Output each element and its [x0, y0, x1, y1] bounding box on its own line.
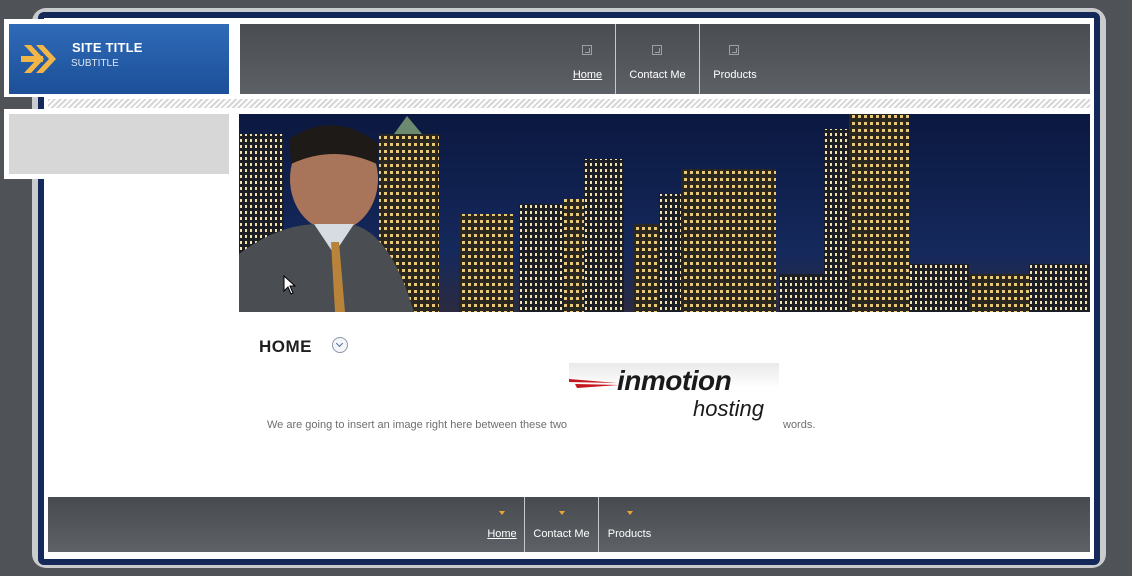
sidebar-placeholder [9, 114, 229, 174]
top-navigation: Home Contact Me Products [240, 24, 1090, 94]
nav-item-home[interactable]: Home [560, 24, 615, 94]
footer-nav-home[interactable]: Home [480, 497, 524, 552]
header-banner-image [239, 114, 1090, 312]
footer-nav-label-home: Home [487, 528, 517, 540]
collapse-toggle-icon[interactable] [332, 337, 348, 353]
double-arrow-icon [21, 45, 56, 73]
hatched-divider [48, 99, 1090, 108]
nav-label-contact: Contact Me [629, 69, 686, 81]
body-text-after: words. [783, 419, 816, 431]
page-icon [581, 45, 592, 55]
city-skyline-illustration [239, 114, 1090, 312]
logo-subword: hosting [693, 396, 764, 421]
bullet-icon [626, 511, 633, 515]
body-text-before: We are going to insert an image right he… [267, 419, 568, 431]
footer-navigation: Home Contact Me Products [48, 497, 1090, 552]
page-heading: HOME [259, 337, 312, 356]
bullet-icon [499, 511, 505, 515]
nav-label-products: Products [713, 69, 757, 81]
logo-word: inmotion [617, 365, 732, 396]
site-title: SITE TITLE [72, 40, 143, 55]
page-icon [651, 45, 662, 55]
nav-item-products[interactable]: Products [700, 24, 770, 94]
footer-nav-label-products: Products [607, 528, 652, 540]
site-header[interactable]: SITE TITLE SUBTITLE [9, 24, 229, 94]
inmotion-hosting-logo: inmotion hosting [569, 363, 779, 425]
bullet-icon [558, 511, 565, 515]
footer-nav-label-contact: Contact Me [533, 528, 590, 540]
nav-item-contact[interactable]: Contact Me [616, 24, 699, 94]
site-subtitle: SUBTITLE [71, 58, 119, 69]
nav-label-home: Home [572, 69, 603, 81]
page-icon [729, 45, 739, 55]
footer-nav-contact[interactable]: Contact Me [525, 497, 598, 552]
mouse-cursor-icon [283, 275, 297, 295]
footer-nav-products[interactable]: Products [599, 497, 660, 552]
